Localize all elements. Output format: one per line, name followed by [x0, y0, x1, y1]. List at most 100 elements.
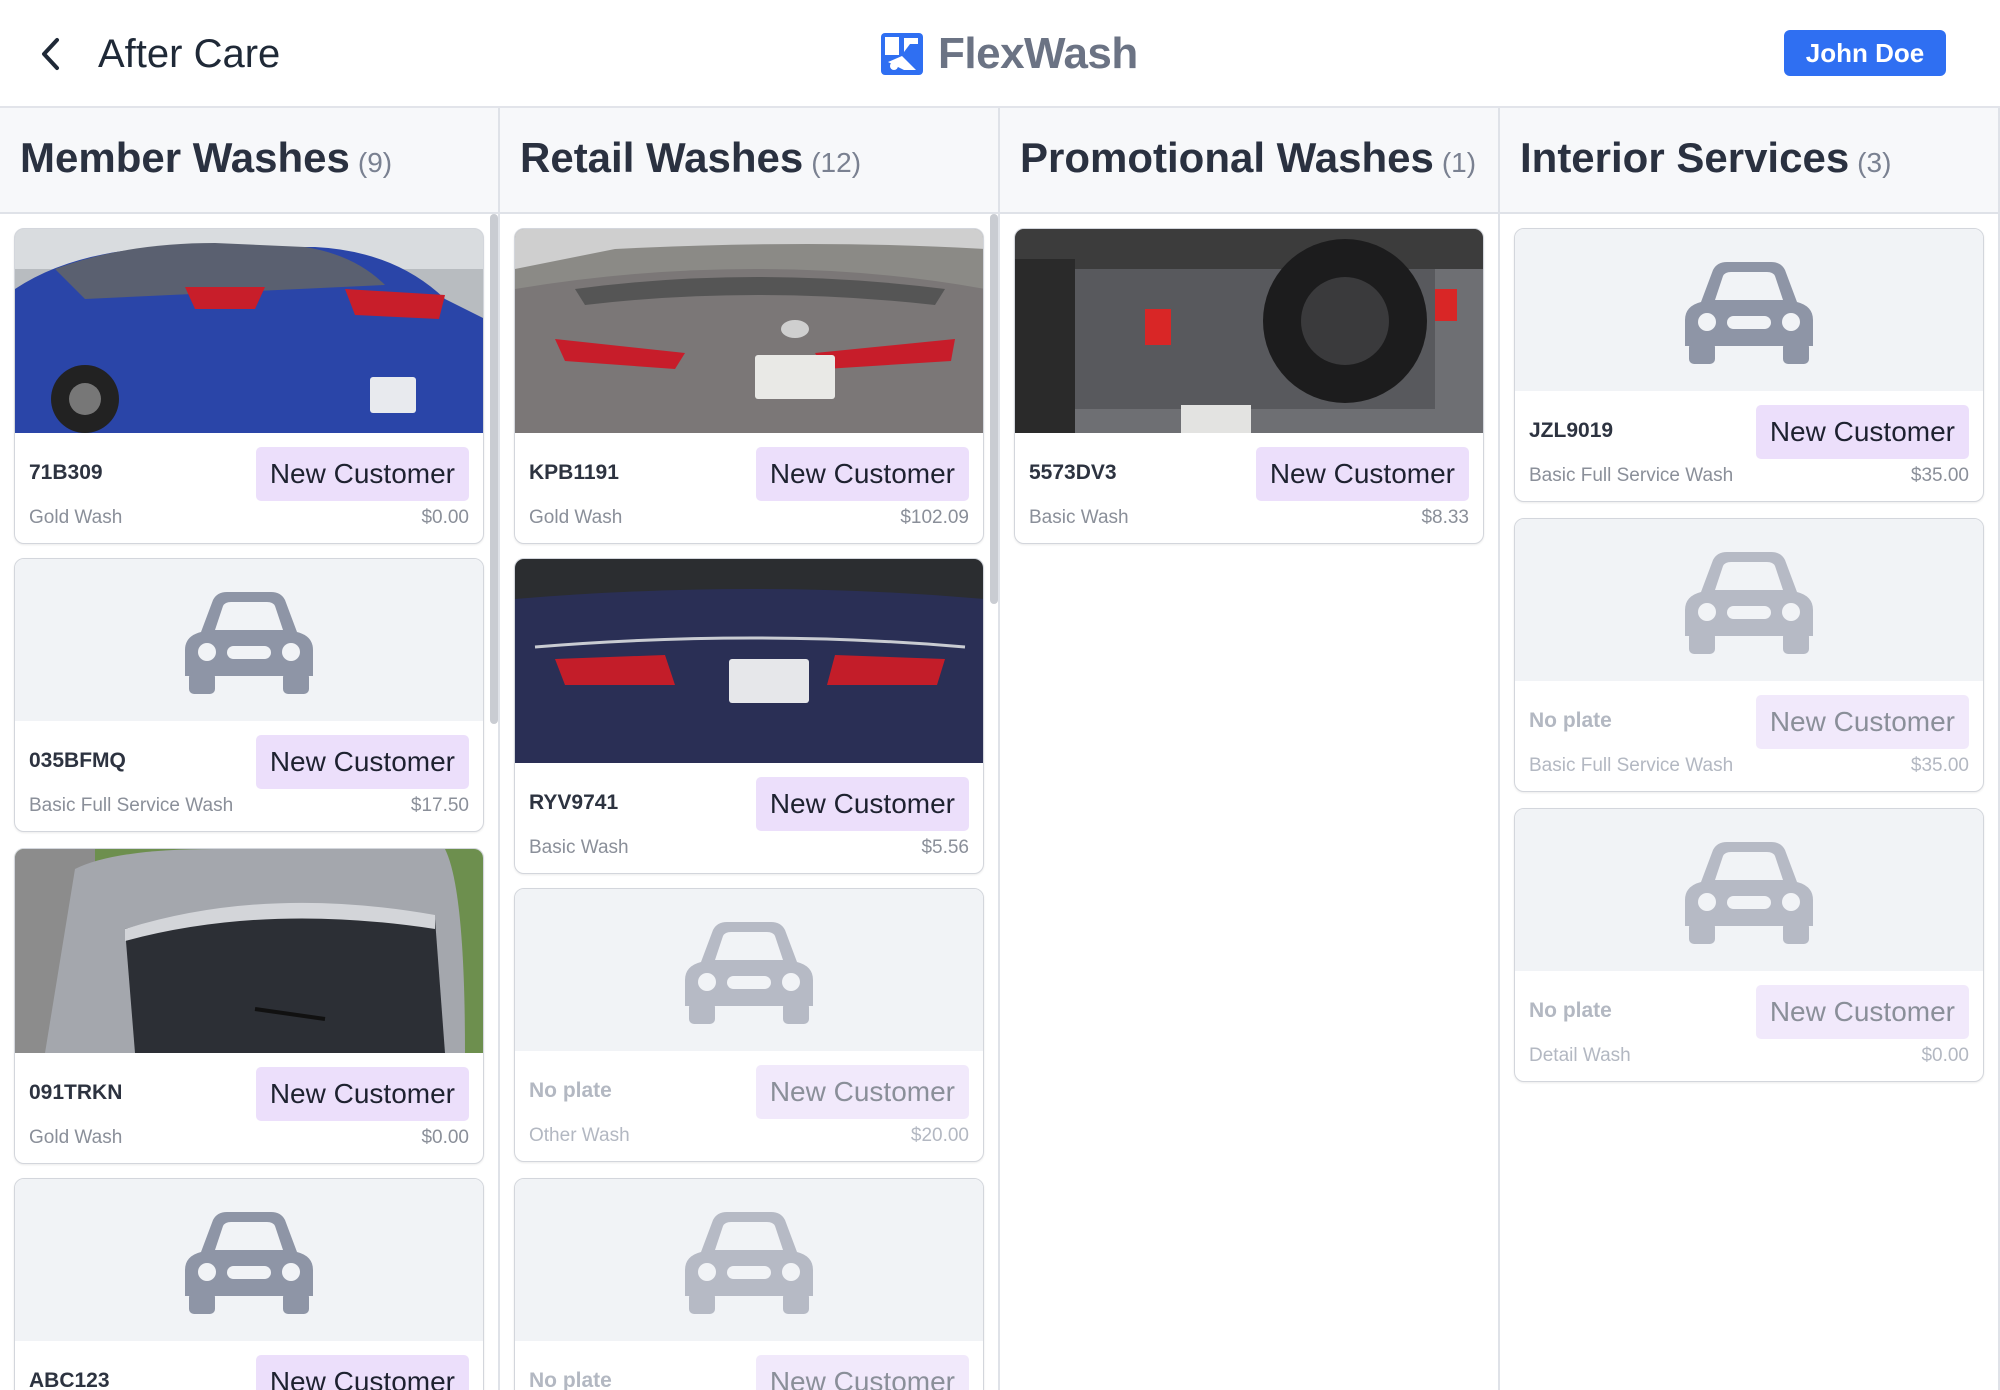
user-menu-button[interactable]: John Doe: [1784, 30, 1946, 76]
service-price: $0.00: [1921, 1045, 1969, 1066]
vehicle-card[interactable]: 5573DV3 New Customer Basic Wash $8.33: [1014, 228, 1484, 544]
license-plate: KPB1191: [529, 461, 619, 484]
column-scrollbar[interactable]: [490, 214, 498, 724]
vehicle-card[interactable]: KPB1191 New Customer Gold Wash $102.09: [514, 228, 984, 544]
logo-text: FlexWash: [938, 29, 1138, 78]
license-plate: No plate: [529, 1369, 612, 1390]
customer-status-badge: New Customer: [255, 1355, 469, 1390]
car-placeholder-icon: [685, 1212, 813, 1314]
vehicle-photo: [515, 559, 983, 763]
vehicle-image: [515, 229, 983, 433]
service-price: $0.00: [421, 1127, 469, 1148]
customer-status-badge: New Customer: [1755, 405, 1969, 459]
service-price: $35.00: [1910, 465, 1969, 486]
vehicle-info: 035BFMQ New Customer Basic Full Service …: [15, 721, 483, 831]
app-header: After Care FlexWash John Doe: [0, 0, 2000, 108]
service-price: $8.33: [1421, 507, 1469, 528]
vehicle-card[interactable]: No plate New Customer Detail Wash $0.00: [1514, 808, 1984, 1082]
customer-status-badge: New Customer: [1755, 985, 1969, 1039]
service-name: Basic Full Service Wash: [1529, 465, 1734, 486]
vehicle-image-placeholder: [15, 559, 483, 721]
service-name: Basic Wash: [1029, 507, 1129, 528]
vehicle-card[interactable]: 035BFMQ New Customer Basic Full Service …: [14, 558, 484, 832]
vehicle-image-placeholder: [515, 889, 983, 1051]
column-title: Retail Washes: [520, 134, 804, 181]
flexwash-logo: FlexWash: [880, 28, 1138, 80]
license-plate: ABC123: [29, 1369, 110, 1390]
customer-status-badge: New Customer: [755, 777, 969, 831]
service-name: Gold Wash: [29, 1127, 123, 1148]
service-price: $5.56: [921, 837, 969, 858]
vehicle-photo: [15, 229, 483, 433]
page-title: After Care: [98, 32, 281, 76]
vehicle-image-placeholder: [1515, 519, 1983, 681]
customer-status-badge: New Customer: [755, 1065, 969, 1119]
column-promotional-washes[interactable]: Promotional Washes (1) 5573DV3 New Custom…: [1000, 108, 1500, 1390]
vehicle-info: RYV9741 New Customer Basic Wash $5.56: [515, 763, 983, 873]
customer-status-badge: New Customer: [255, 1067, 469, 1121]
customer-status-badge: New Customer: [1255, 447, 1469, 501]
customer-status-badge: New Customer: [755, 447, 969, 501]
service-name: Gold Wash: [529, 507, 623, 528]
vehicle-info: No plate New Customer Other Wash $20.00: [515, 1051, 983, 1161]
column-count: (3): [1857, 147, 1892, 178]
vehicle-photo: [15, 849, 483, 1053]
column-count: (12): [811, 147, 862, 178]
license-plate: JZL9019: [1529, 419, 1614, 442]
service-name: Basic Wash: [529, 837, 629, 858]
vehicle-info: 71B309 New Customer Gold Wash $0.00: [15, 433, 483, 543]
logo-mark-icon: [881, 33, 923, 75]
vehicle-info: KPB1191 New Customer Gold Wash $102.09: [515, 433, 983, 543]
car-placeholder-icon: [185, 1212, 313, 1314]
vehicle-card[interactable]: No plate New Customer Basic Full Service…: [1514, 518, 1984, 792]
license-plate: No plate: [529, 1079, 612, 1102]
column-title: Member Washes: [20, 134, 350, 181]
column-member-washes[interactable]: Member Washes (9) 71B309 New Customer Gol…: [0, 108, 500, 1390]
column-header: Interior Services (3): [1500, 108, 1998, 214]
vehicle-card[interactable]: JZL9019 New Customer Basic Full Service …: [1514, 228, 1984, 502]
vehicle-image-placeholder: [515, 1179, 983, 1341]
vehicle-info: JZL9019 New Customer Basic Full Service …: [1515, 391, 1983, 501]
service-price: $0.00: [421, 507, 469, 528]
vehicle-info: 091TRKN New Customer Gold Wash $0.00: [15, 1053, 483, 1163]
vehicle-photo: [515, 229, 983, 433]
vehicle-image-placeholder: [1515, 809, 1983, 971]
car-placeholder-icon: [685, 922, 813, 1024]
service-price: $17.50: [410, 795, 469, 816]
car-placeholder-icon: [185, 592, 313, 694]
vehicle-image: [515, 559, 983, 763]
vehicle-image: [1015, 229, 1483, 433]
column-retail-washes[interactable]: Retail Washes (12) KPB1191 New Customer G…: [500, 108, 1000, 1390]
vehicle-image: [15, 849, 483, 1053]
column-interior-services[interactable]: Interior Services (3) JZL9019 New Custome…: [1500, 108, 2000, 1390]
vehicle-card[interactable]: RYV9741 New Customer Basic Wash $5.56: [514, 558, 984, 874]
car-placeholder-icon: [1685, 552, 1813, 654]
vehicle-info: ABC123 New Customer: [15, 1341, 483, 1390]
column-header: Retail Washes (12): [500, 108, 998, 214]
car-placeholder-icon: [1685, 262, 1813, 364]
service-price: $20.00: [910, 1125, 969, 1146]
column-header: Promotional Washes (1): [1000, 108, 1498, 214]
column-scrollbar[interactable]: [990, 214, 998, 604]
vehicle-card[interactable]: No plate New Customer: [514, 1178, 984, 1390]
vehicle-image: [15, 229, 483, 433]
service-name: Basic Full Service Wash: [29, 795, 234, 816]
customer-status-badge: New Customer: [1755, 695, 1969, 749]
vehicle-info: No plate New Customer: [515, 1341, 983, 1390]
column-title: Interior Services: [1520, 134, 1850, 181]
back-button[interactable]: [30, 30, 70, 78]
vehicle-card[interactable]: 71B309 New Customer Gold Wash $0.00: [14, 228, 484, 544]
service-name: Other Wash: [529, 1125, 630, 1146]
service-price: $35.00: [1910, 755, 1969, 776]
column-title: Promotional Washes: [1020, 134, 1434, 181]
vehicle-card[interactable]: ABC123 New Customer: [14, 1178, 484, 1390]
customer-status-badge: New Customer: [755, 1355, 969, 1390]
service-name: Detail Wash: [1529, 1045, 1631, 1066]
vehicle-card[interactable]: No plate New Customer Other Wash $20.00: [514, 888, 984, 1162]
car-placeholder-icon: [1685, 842, 1813, 944]
vehicle-image-placeholder: [15, 1179, 483, 1341]
license-plate: 091TRKN: [29, 1081, 123, 1104]
license-plate: 035BFMQ: [29, 749, 126, 772]
license-plate: 71B309: [29, 461, 103, 484]
vehicle-card[interactable]: 091TRKN New Customer Gold Wash $0.00: [14, 848, 484, 1164]
